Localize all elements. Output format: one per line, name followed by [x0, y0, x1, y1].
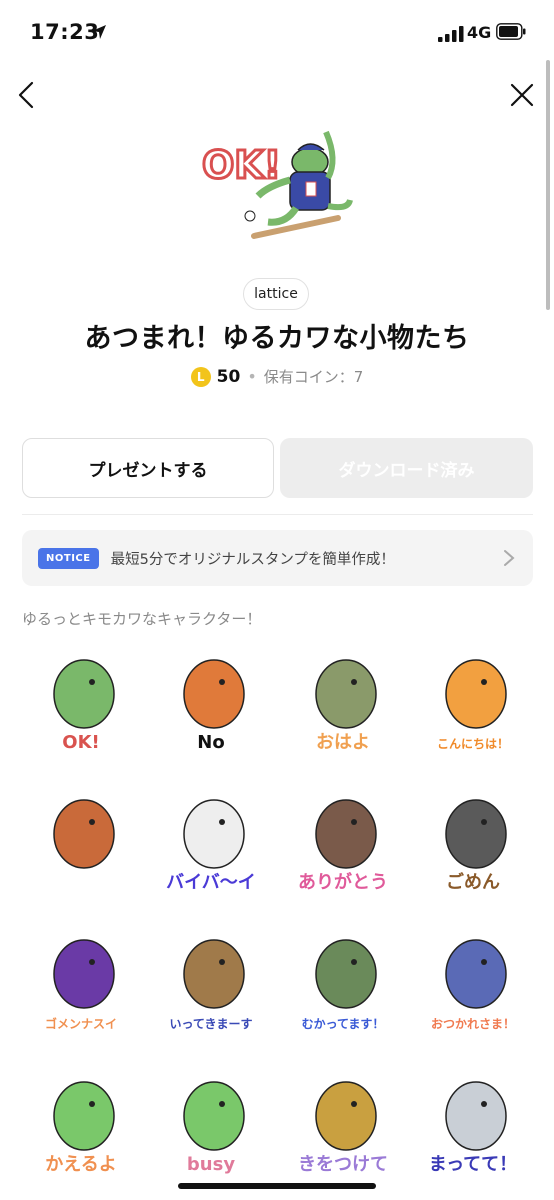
sticker-caption: OK!: [62, 732, 99, 753]
sticker-item[interactable]: いってきまーす: [152, 924, 270, 1042]
sticker-caption: いってきまーす: [169, 1017, 252, 1031]
sticker-item[interactable]: ごめん: [414, 784, 532, 902]
sticker-image: [53, 799, 115, 869]
sticker-caption: むかってます！: [302, 1017, 385, 1031]
sticker-item[interactable]: きをつけて: [284, 1066, 402, 1184]
back-icon[interactable]: [14, 80, 40, 110]
owned-coins: 保有コイン：7: [263, 368, 364, 386]
sticker-item[interactable]: No: [152, 644, 270, 762]
sticker-image: きをつけて: [298, 1081, 388, 1175]
sticker-image: むかってます！: [302, 939, 385, 1031]
downloaded-button: ダウンロード済み: [280, 438, 533, 498]
home-indicator: [178, 1183, 376, 1189]
sticker-item[interactable]: busy: [152, 1066, 270, 1184]
sticker-caption: かえるよ: [45, 1154, 116, 1175]
cellular-signal-icon: [438, 26, 464, 42]
sticker-item[interactable]: かえるよ: [22, 1066, 140, 1184]
sticker-caption: No: [197, 732, 224, 753]
battery-icon: [496, 23, 526, 40]
network-type: 4G: [467, 23, 492, 42]
notice-banner[interactable]: NOTICE 最短5分でオリジナルスタンプを簡単作成！: [22, 530, 533, 586]
location-arrow-icon: [92, 25, 106, 39]
status-time: 17:23: [30, 20, 100, 44]
sticker-image: こんにちは！: [437, 659, 509, 751]
price-amount: 50: [216, 366, 241, 387]
sticker-caption: バイバ～イ: [166, 872, 256, 893]
line-coin-icon: L: [190, 366, 211, 387]
sticker-item[interactable]: おはよ: [284, 644, 402, 762]
sticker-item[interactable]: ゴメンナスイ: [22, 924, 140, 1042]
sticker-caption: まってて！: [429, 1154, 517, 1175]
sticker-image: バイバ～イ: [166, 799, 256, 893]
chevron-right-icon: [504, 550, 515, 566]
divider: [22, 514, 533, 515]
price-row: L 50 • 保有コイン：7: [0, 366, 554, 387]
sticker-image: まってて！: [429, 1081, 517, 1175]
notice-text: 最短5分でオリジナルスタンプを簡単作成！: [110, 551, 395, 568]
sticker-caption: おはよ: [316, 732, 370, 753]
sticker-caption: ゴメンナスイ: [45, 1016, 117, 1031]
present-button[interactable]: プレゼントする: [22, 438, 274, 498]
sticker-item[interactable]: むかってます！: [284, 924, 402, 1042]
status-bar: 17:23 4G: [0, 0, 554, 66]
sticker-image: busy: [183, 1081, 245, 1175]
sticker-caption: こんにちは！: [437, 737, 509, 751]
author-chip[interactable]: lattice: [243, 278, 309, 310]
hero-sticker-image: OK!: [201, 130, 353, 239]
sticker-set-title: あつまれ！ゆるカワな小物たち: [84, 323, 470, 354]
hero-ok-text: OK!: [202, 143, 281, 187]
sticker-image: いってきまーす: [169, 939, 253, 1031]
sticker-caption: きをつけて: [298, 1154, 388, 1175]
sticker-image: ありがとう: [298, 799, 388, 893]
sticker-image: ゴメンナスイ: [45, 939, 117, 1031]
sticker-image: OK!: [53, 659, 115, 753]
sticker-caption: ありがとう: [298, 871, 388, 893]
sticker-item[interactable]: OK!: [22, 644, 140, 762]
sticker-item[interactable]: まってて！: [414, 1066, 532, 1184]
sticker-image: かえるよ: [45, 1081, 117, 1175]
sticker-item[interactable]: こんにちは！: [414, 644, 532, 762]
notice-badge: NOTICE: [38, 547, 99, 569]
sticker-item[interactable]: ありがとう: [284, 784, 402, 902]
sticker-item[interactable]: [22, 784, 140, 902]
sticker-image: おつかれさま！: [431, 939, 515, 1031]
sticker-caption: busy: [187, 1154, 235, 1175]
sticker-caption: ごめん: [446, 871, 500, 893]
sticker-item[interactable]: バイバ～イ: [152, 784, 270, 902]
sticker-item[interactable]: おつかれさま！: [414, 924, 532, 1042]
sticker-image: ごめん: [445, 799, 507, 893]
sticker-description: ゆるっとキモカワなキャラクター！: [22, 610, 262, 628]
sticker-image: No: [183, 659, 245, 753]
close-icon[interactable]: [509, 82, 535, 108]
scrollbar[interactable]: [546, 60, 550, 310]
sticker-image: おはよ: [315, 659, 377, 753]
sticker-caption: おつかれさま！: [431, 1017, 515, 1031]
price-separator: •: [247, 367, 257, 386]
